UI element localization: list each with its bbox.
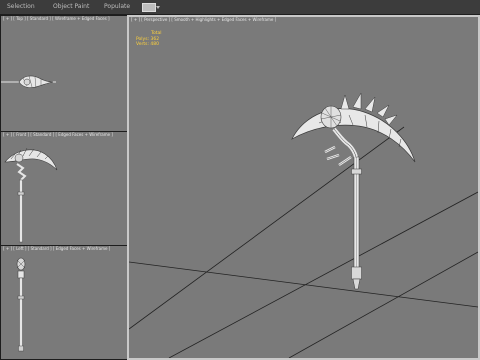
viewport-left[interactable]: [ + ] [ Left ] [ Standard ] [ Edged Face… bbox=[0, 245, 128, 360]
tab-selection[interactable]: Selection bbox=[4, 0, 38, 14]
scythe-side-view bbox=[16, 257, 26, 352]
scythe-model bbox=[291, 92, 416, 290]
top-toolbar: Selection Object Paint Populate bbox=[0, 0, 480, 15]
viewport-top[interactable]: [ + ] [ Top ] [ Standard ] [ Wireframe +… bbox=[0, 15, 128, 132]
tab-object-paint[interactable]: Object Paint bbox=[50, 0, 92, 14]
viewport-front[interactable]: [ + ] [ Front ] [ Standard ] [ Edged Fac… bbox=[0, 131, 128, 246]
viewport-config-icon[interactable] bbox=[142, 3, 160, 12]
home-grid bbox=[129, 126, 478, 358]
viewport-perspective[interactable]: [ + ] [ Perspective ] [ Smooth + Highlig… bbox=[127, 15, 480, 360]
tab-populate[interactable]: Populate bbox=[101, 0, 133, 14]
scythe-front-view bbox=[4, 147, 58, 243]
scythe-top-view bbox=[1, 75, 56, 89]
perspective-scene bbox=[129, 92, 478, 358]
